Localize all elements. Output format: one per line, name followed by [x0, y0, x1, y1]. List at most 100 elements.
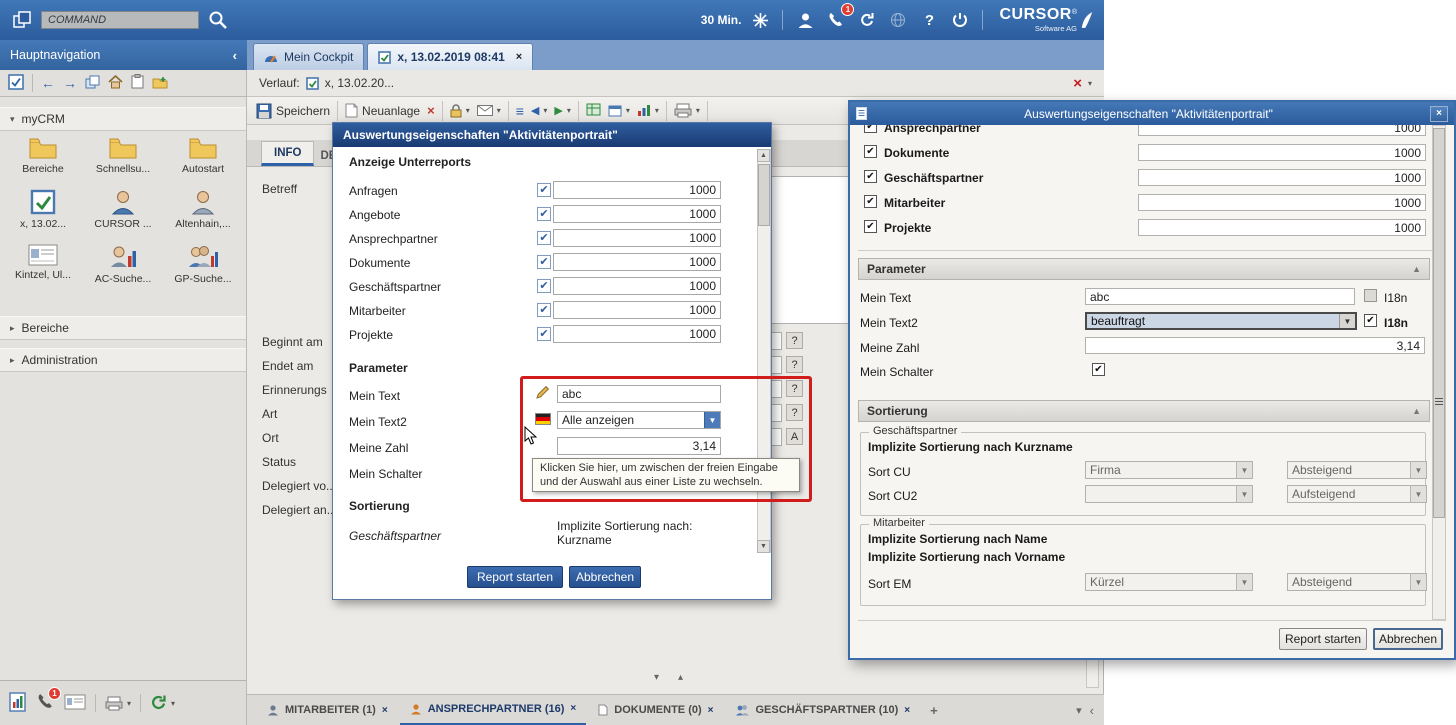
mein-text-input[interactable]: abc: [1085, 288, 1355, 305]
tab-info[interactable]: INFO: [261, 141, 314, 166]
shortcut-kintzel[interactable]: Kintzel, Ul...: [3, 241, 83, 288]
meine-zahl-input[interactable]: 3,14: [1085, 337, 1425, 354]
anfragen-count-input[interactable]: 1000: [553, 181, 721, 199]
section-bereiche[interactable]: ▸ Bereiche: [0, 316, 246, 340]
window-titlebar[interactable]: Auswertungseigenschaften "Aktivitätenpor…: [850, 102, 1454, 125]
close-tab-icon[interactable]: ×: [570, 703, 576, 714]
dialog-scrollbar-thumb[interactable]: [758, 164, 770, 226]
new-folder-icon[interactable]: [152, 75, 168, 92]
projekte-checkbox[interactable]: [537, 327, 551, 341]
dokumente-count-input[interactable]: 1000: [1138, 144, 1426, 161]
sort-cu-direction-select[interactable]: Absteigend▼: [1287, 461, 1427, 479]
help-icon[interactable]: ?: [917, 8, 941, 32]
mail-button[interactable]: ▾: [477, 105, 501, 116]
close-tab-icon[interactable]: ×: [904, 705, 910, 716]
nav-previous-button[interactable]: ◀▾: [531, 104, 547, 117]
calendar-button[interactable]: ▾: [608, 104, 630, 117]
tab-activity[interactable]: x, 13.02.2019 08:41 ×: [367, 43, 533, 70]
contact-card-icon[interactable]: [64, 694, 86, 713]
add-tab-button[interactable]: +: [922, 703, 946, 718]
dropdown-icon[interactable]: ▼: [1236, 462, 1252, 478]
sort-cu2-select[interactable]: ▼: [1085, 485, 1253, 503]
mitarbeiter-checkbox[interactable]: [537, 303, 551, 317]
panel-scrollbar-thumb[interactable]: [1433, 128, 1445, 518]
dropdown-icon[interactable]: ▼: [1410, 574, 1426, 590]
collapse-nav-icon[interactable]: ‹: [233, 48, 237, 63]
dokumente-count-input[interactable]: 1000: [553, 253, 721, 271]
session-refresh-icon[interactable]: [748, 8, 772, 32]
copy-window-icon[interactable]: [85, 75, 100, 92]
shortcut-bereiche[interactable]: Bereiche: [3, 133, 83, 178]
dokumente-checkbox[interactable]: [537, 255, 551, 269]
mein-schalter-checkbox[interactable]: [1092, 363, 1105, 376]
print-button[interactable]: ▾: [674, 103, 700, 118]
verlauf-dropdown-icon[interactable]: ▾: [1088, 79, 1092, 88]
clear-verlauf-icon[interactable]: ×: [1073, 76, 1082, 91]
tab-ansprechpartner[interactable]: ANSPRECHPARTNER (16) ×: [400, 695, 587, 725]
cancel-button[interactable]: Abbrechen: [1373, 628, 1443, 650]
dropdown-icon[interactable]: ▼: [1339, 314, 1355, 328]
tab-mitarbeiter[interactable]: MITARBEITER (1) ×: [257, 695, 398, 725]
projekte-count-input[interactable]: 1000: [553, 325, 721, 343]
splitter-grip[interactable]: [1435, 398, 1443, 405]
scroll-up-icon[interactable]: ▲: [757, 149, 770, 162]
close-window-button[interactable]: ×: [1430, 106, 1448, 122]
sortierung-section-header[interactable]: Sortierung ▲: [858, 400, 1430, 422]
phone-icon[interactable]: 1: [824, 8, 848, 32]
dropdown-icon[interactable]: ▼: [1236, 486, 1252, 502]
section-mycrm[interactable]: ▾ myCRM: [0, 107, 246, 131]
shortcut-schnellsuche[interactable]: Schnellsu...: [83, 133, 163, 178]
ansprechpartner-count-input[interactable]: 1000: [553, 229, 721, 247]
collapse-up-icon[interactable]: ▴: [678, 672, 683, 683]
dialog-titlebar[interactable]: Auswertungseigenschaften "Aktivitätenpor…: [333, 123, 771, 147]
search-icon[interactable]: [206, 8, 230, 32]
date-help-button[interactable]: ?: [786, 332, 803, 349]
geschaeftspartner-count-input[interactable]: 1000: [1138, 169, 1426, 186]
user-icon[interactable]: [793, 8, 817, 32]
shortcut-cursor-person[interactable]: CURSOR ...: [83, 186, 163, 233]
close-tab-icon[interactable]: ×: [382, 705, 388, 716]
dropdown-icon[interactable]: ▼: [1410, 486, 1426, 502]
collapse-down-icon[interactable]: ▾: [654, 672, 659, 683]
home-icon[interactable]: [108, 75, 123, 92]
clipboard-icon[interactable]: [131, 74, 144, 92]
dokumente-checkbox[interactable]: [864, 145, 877, 158]
shortcut-termin[interactable]: x, 13.02...: [3, 186, 83, 233]
new-record-button[interactable]: Neuanlage: [345, 103, 420, 118]
projekte-count-input[interactable]: 1000: [1138, 219, 1426, 236]
parameter-section-header[interactable]: Parameter ▲: [858, 258, 1430, 280]
refresh-button[interactable]: ▾: [150, 695, 175, 712]
collapse-section-icon[interactable]: ▲: [1412, 406, 1421, 416]
tab-dokumente[interactable]: DOKUMENTE (0) ×: [588, 695, 723, 725]
projekte-checkbox[interactable]: [864, 220, 877, 233]
cancel-button[interactable]: Abbrechen: [569, 566, 641, 588]
appointment-list-icon[interactable]: [8, 74, 24, 93]
run-button[interactable]: ▶▾: [554, 104, 570, 117]
redo-icon[interactable]: [855, 8, 879, 32]
collapse-panel-icon[interactable]: ▾: [1076, 704, 1082, 717]
geschaeftspartner-count-input[interactable]: 1000: [553, 277, 721, 295]
sort-em-select[interactable]: Kürzel▼: [1085, 573, 1253, 591]
export-table-icon[interactable]: [586, 103, 601, 119]
scroll-down-icon[interactable]: ▼: [757, 540, 770, 553]
power-icon[interactable]: [948, 8, 972, 32]
tab-mein-cockpit[interactable]: Mein Cockpit: [253, 43, 364, 70]
delete-icon[interactable]: ×: [427, 103, 435, 118]
dropdown-icon[interactable]: ▼: [1236, 574, 1252, 590]
geschaeftspartner-checkbox[interactable]: [537, 279, 551, 293]
shortcut-altenhain[interactable]: Altenhain,...: [163, 186, 243, 233]
print-button[interactable]: ▾: [105, 696, 131, 711]
sort-em-direction-select[interactable]: Absteigend▼: [1287, 573, 1427, 591]
close-tab-icon[interactable]: ×: [516, 51, 522, 63]
anfragen-checkbox[interactable]: [537, 183, 551, 197]
section-administration[interactable]: ▸ Administration: [0, 348, 246, 372]
shortcut-autostart[interactable]: Autostart: [163, 133, 243, 178]
list-icon[interactable]: ≡: [516, 103, 524, 119]
close-tab-icon[interactable]: ×: [708, 705, 714, 716]
verlauf-item[interactable]: x, 13.02.20...: [325, 76, 394, 90]
i18n-checkbox[interactable]: [1364, 314, 1377, 327]
shortcut-ac-suche[interactable]: AC-Suche...: [83, 241, 163, 288]
ansprechpartner-checkbox[interactable]: [537, 231, 551, 245]
dropdown-icon[interactable]: ▼: [1410, 462, 1426, 478]
phone-icon[interactable]: 1: [36, 692, 55, 714]
